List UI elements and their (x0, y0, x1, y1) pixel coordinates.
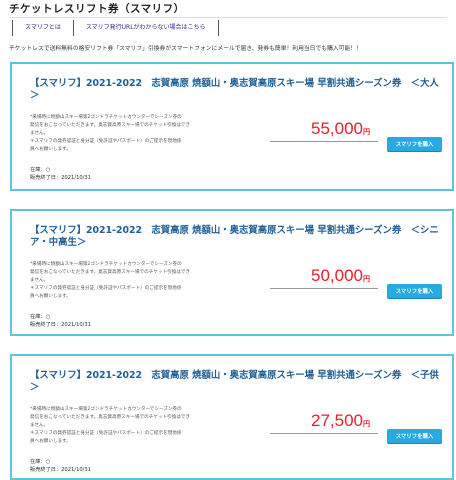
product-meta: 在庫：○ 販売終了日：2021/10/31 (30, 313, 91, 329)
sale-end-date: 販売終了日：2021/10/31 (30, 467, 92, 473)
description-line: 発信をおこなっていただきます。奥志賀高原スキー場でのチケット引換はでき (30, 123, 191, 128)
stock-status: 在庫：○ (30, 314, 51, 320)
price-underline (270, 288, 378, 289)
price-amount: 55,000 (311, 119, 363, 138)
description-line: ＊スマリフの発券認証と身分証（免許証やパスポート）のご提示を現地係 (30, 286, 182, 291)
product-title: 【スマリフ】2021-2022 志賀高原 焼額山・奥志賀高原スキー場 早割共通シ… (30, 370, 439, 393)
description-line: ません。 (30, 131, 49, 136)
product-description: *来場時に焼額山スキー場第2ゴンドラチケットカウンターでシーズン券の 発信をおこ… (30, 406, 220, 446)
intro-text: チケットレスで送料無料の格安リフト券「スマリフ」引換券がスマートフォンにメールで… (9, 46, 362, 52)
description-line: 発信をおこなっていただきます。奥志賀高原スキー場でのチケット引換はでき (30, 270, 191, 275)
price-amount: 27,500 (311, 411, 363, 430)
description-line: ません。 (30, 278, 49, 283)
stock-status: 在庫：○ (30, 167, 51, 173)
description-line: 員へお願いします。 (30, 294, 71, 299)
page: チケットレスリフト券（スマリフ） スマリフとは スマリフ発行URLがわからない場… (0, 0, 456, 480)
stock-status: 在庫：○ (30, 459, 51, 465)
buy-smalift-button[interactable]: スマリフを購入 (387, 284, 442, 298)
description-line: ＊スマリフの発券認証と身分証（免許証やパスポート）のご提示を現地係 (30, 431, 182, 436)
product-title: 【スマリフ】2021-2022 志賀高原 焼額山・奥志賀高原スキー場 早割共通シ… (30, 225, 439, 248)
description-line: *来場時に焼額山スキー場第2ゴンドラチケットカウンターでシーズン券の (30, 262, 182, 267)
description-line: 発信をおこなっていただきます。奥志賀高原スキー場でのチケット引換はでき (30, 415, 191, 420)
buy-smalift-button[interactable]: スマリフを購入 (387, 137, 442, 151)
price-unit: 円 (363, 420, 370, 428)
sub-nav: スマリフとは スマリフ発行URLがわからない場合はこちら (12, 20, 219, 36)
description-line: ません。 (30, 423, 49, 428)
product-description: *来場時に焼額山スキー場第2ゴンドラチケットカウンターでシーズン券の 発信をおこ… (30, 261, 220, 301)
price-underline (270, 141, 378, 142)
description-line: *来場時に焼額山スキー場第2ゴンドラチケットカウンターでシーズン券の (30, 115, 182, 120)
page-title: チケットレスリフト券（スマリフ） (9, 3, 185, 15)
nav-link-about-smalift[interactable]: スマリフとは (12, 20, 73, 36)
title-divider (9, 17, 447, 18)
product-title: 【スマリフ】2021-2022 志賀高原 焼額山・奥志賀高原スキー場 早割共通シ… (30, 78, 439, 101)
product-price: 27,500円 (311, 412, 370, 433)
price-underline (270, 433, 378, 434)
sale-end-date: 販売終了日：2021/10/31 (30, 322, 92, 328)
product-description: *来場時に焼額山スキー場第2ゴンドラチケットカウンターでシーズン券の 発信をおこ… (30, 114, 220, 154)
sale-end-date: 販売終了日：2021/10/31 (30, 175, 92, 181)
product-meta: 在庫：○ 販売終了日：2021/10/31 (30, 458, 91, 474)
buy-smalift-button[interactable]: スマリフを購入 (387, 429, 442, 443)
product-card-adult: 【スマリフ】2021-2022 志賀高原 焼額山・奥志賀高原スキー場 早割共通シ… (10, 62, 454, 191)
price-unit: 円 (363, 275, 370, 283)
description-line: ＊スマリフの発券認証と身分証（免許証やパスポート）のご提示を現地係 (30, 139, 182, 144)
product-meta: 在庫：○ 販売終了日：2021/10/31 (30, 166, 91, 182)
product-card-senior-student: 【スマリフ】2021-2022 志賀高原 焼額山・奥志賀高原スキー場 早割共通シ… (10, 209, 454, 336)
price-amount: 50,000 (311, 266, 363, 285)
description-line: 員へお願いします。 (30, 147, 71, 152)
description-line: *来場時に焼額山スキー場第2ゴンドラチケットカウンターでシーズン券の (30, 407, 182, 412)
nav-link-issue-url-help[interactable]: スマリフ発行URLがわからない場合はこちら (72, 20, 219, 36)
price-unit: 円 (363, 128, 370, 136)
product-price: 55,000円 (311, 120, 370, 141)
product-price: 50,000円 (311, 267, 370, 288)
product-card-child: 【スマリフ】2021-2022 志賀高原 焼額山・奥志賀高原スキー場 早割共通シ… (10, 354, 454, 480)
description-line: 員へお願いします。 (30, 439, 71, 444)
